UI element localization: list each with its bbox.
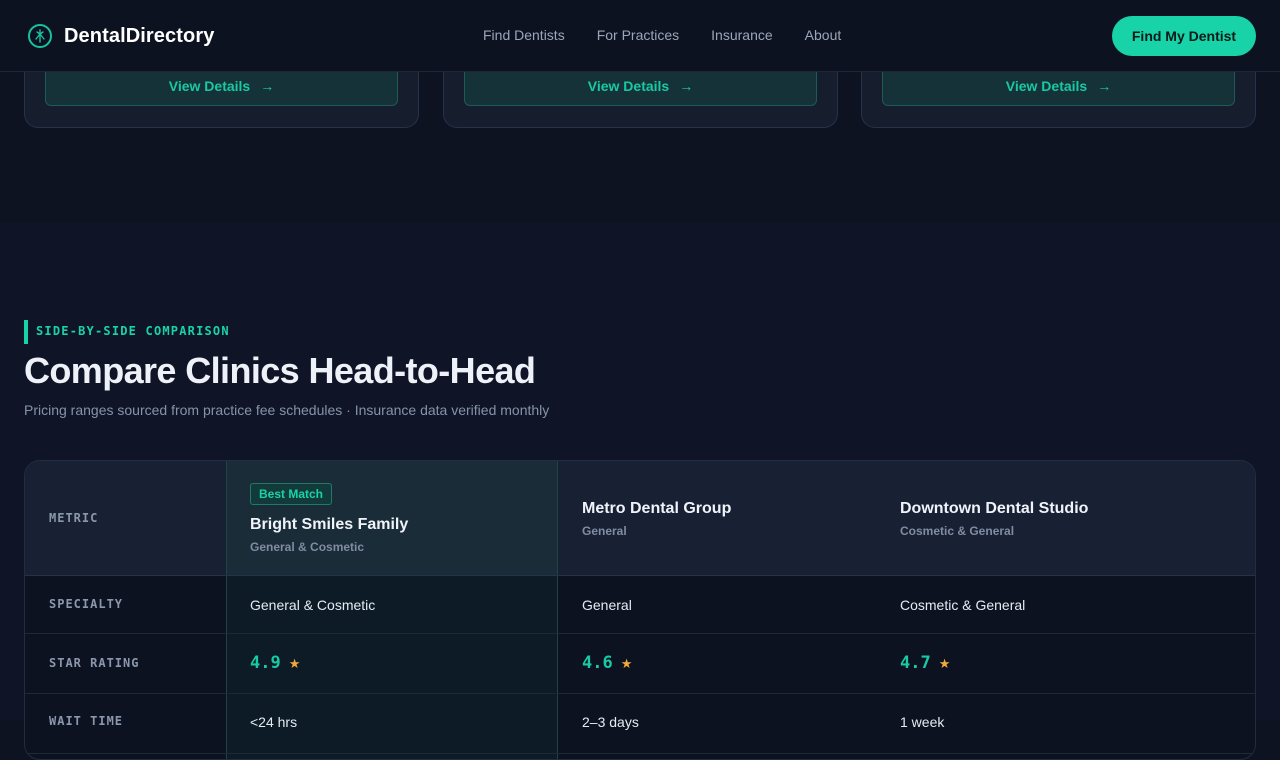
clinic-name-bright-smiles[interactable]: Bright Smiles Family: [250, 516, 408, 534]
view-details-button[interactable]: View Details →: [464, 66, 817, 106]
clinic-name-metro-dental[interactable]: Metro Dental Group: [582, 500, 731, 518]
nav-link-find-dentists[interactable]: Find Dentists: [483, 27, 565, 43]
clinic-specialty-bright-smiles: General & Cosmetic: [250, 540, 365, 554]
rating-number: 4.6: [582, 653, 613, 673]
star-icon: ★: [288, 657, 301, 672]
section-title: Compare Clinics Head-to-Head: [24, 350, 536, 391]
top-navbar: DentalDirectory Find Dentists For Practi…: [0, 0, 1280, 72]
view-details-button[interactable]: View Details →: [45, 66, 398, 106]
view-details-label: View Details: [587, 78, 670, 94]
brand[interactable]: DentalDirectory: [28, 24, 214, 48]
clinic-specialty-downtown-dental: Cosmetic & General: [900, 524, 1015, 538]
star-icon: ★: [620, 657, 633, 672]
rating-value: 4.6 ★: [582, 653, 632, 673]
table-header: [25, 461, 1255, 576]
best-match-badge: Best Match: [250, 483, 333, 505]
arrow-right-icon: →: [260, 78, 275, 94]
clinic-specialty-metro-dental: General: [582, 524, 627, 538]
nav-link-insurance[interactable]: Insurance: [711, 27, 772, 43]
view-details-label: View Details: [168, 78, 251, 94]
arrow-right-icon: →: [679, 78, 694, 94]
clinic-name-downtown-dental[interactable]: Downtown Dental Studio: [900, 500, 1088, 518]
row-label-star-rating: STAR RATING: [49, 656, 140, 670]
table-cell: 2–3 days: [582, 714, 639, 730]
nav-link-about[interactable]: About: [805, 27, 842, 43]
arrow-right-icon: →: [1097, 78, 1112, 94]
row-label-specialty: SPECIALTY: [49, 597, 124, 611]
table-cell: Cosmetic & General: [900, 597, 1026, 613]
rating-value: 4.7 ★: [900, 653, 950, 673]
table-cell: <24 hrs: [250, 714, 298, 730]
brand-name: DentalDirectory: [64, 24, 215, 47]
table-cell: 1 week: [900, 714, 945, 730]
star-icon: ★: [938, 657, 951, 672]
table-cell: General & Cosmetic: [250, 597, 376, 613]
find-my-dentist-button[interactable]: Find My Dentist: [1112, 16, 1256, 56]
section-eyebrow: SIDE-BY-SIDE COMPARISON: [24, 320, 230, 344]
section-subtitle: Pricing ranges sourced from practice fee…: [24, 402, 550, 418]
table-cell: General: [582, 597, 632, 613]
nav-link-for-practices[interactable]: For Practices: [597, 27, 679, 43]
view-details-label: View Details: [1005, 78, 1088, 94]
rating-value: 4.9 ★: [250, 653, 300, 673]
rating-number: 4.7: [900, 653, 931, 673]
table-row: WAIT TIME <24 hrs 2–3 days 1 week: [25, 694, 1255, 754]
row-label-wait-time: WAIT TIME: [49, 714, 124, 728]
view-details-button[interactable]: View Details →: [882, 66, 1235, 106]
nav-links: Find Dentists For Practices Insurance Ab…: [483, 27, 873, 43]
comparison-table: METRIC Best Match Bright Smiles Family G…: [24, 460, 1256, 760]
metric-header: METRIC: [49, 511, 99, 525]
table-row: STAR RATING 4.9 ★ 4.6 ★ 4.7 ★: [25, 634, 1255, 694]
rating-number: 4.9: [250, 653, 281, 673]
table-row: SPECIALTY General & Cosmetic General Cos…: [25, 576, 1255, 634]
tooth-icon: [28, 24, 52, 48]
